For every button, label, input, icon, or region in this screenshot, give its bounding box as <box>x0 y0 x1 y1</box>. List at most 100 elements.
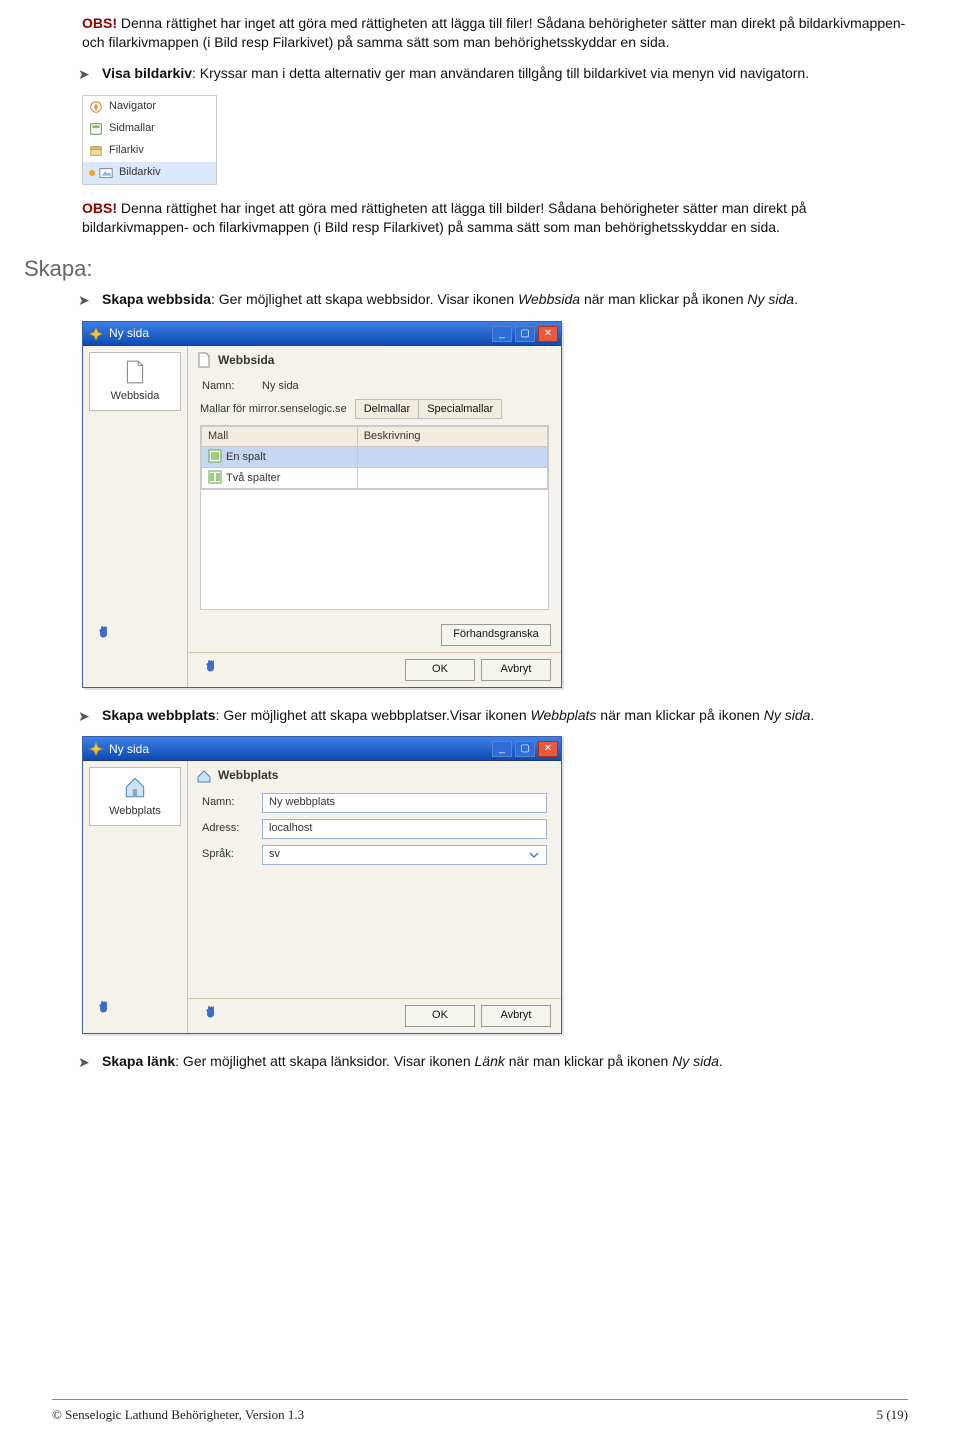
name-value[interactable]: Ny sida <box>262 377 299 396</box>
panel-header: Webbsida <box>188 346 561 374</box>
row-sprak: Språk: sv <box>188 842 561 868</box>
em: Ny sida <box>672 1053 719 1069</box>
maximize-button[interactable]: ▢ <box>515 326 535 342</box>
window-title: Ny sida <box>109 325 149 341</box>
txt: när man klickar på ikonen <box>580 291 747 307</box>
archive-icon <box>89 144 103 158</box>
title-buttons: _ ▢ ✕ <box>492 326 561 342</box>
em: Ny sida <box>764 707 811 723</box>
cancel-button[interactable]: Avbryt <box>481 659 551 681</box>
row-tva-spalter[interactable]: Två spalter <box>202 467 358 488</box>
nav-label: Navigator <box>109 99 156 114</box>
cancel-button[interactable]: Avbryt <box>481 1005 551 1027</box>
titlebar: Ny sida _ ▢ ✕ <box>83 737 561 761</box>
row-en-spalt-desc[interactable] <box>357 446 547 467</box>
preview-row: Förhandsgranska <box>188 618 561 652</box>
label-namn: Namn: <box>202 795 262 810</box>
txt: när man klickar på ikonen <box>596 707 763 723</box>
window-body: Webbsida Webbsida Namn: Ny sida Mallar f… <box>83 346 561 687</box>
title-buttons: _ ▢ ✕ <box>492 741 561 757</box>
bullet-skapa-webbplats: Skapa webbplats: Ger möjlighet att skapa… <box>82 706 908 725</box>
bullet-list-visa: Visa bildarkiv: Kryssar man i detta alte… <box>52 64 908 83</box>
hand-row <box>83 621 187 643</box>
nav-item-sidmallar[interactable]: Sidmallar <box>83 118 216 140</box>
col-mall[interactable]: Mall <box>202 427 358 447</box>
house-icon <box>122 774 148 800</box>
spark-icon <box>89 742 103 756</box>
nav-label: Bildarkiv <box>119 165 161 180</box>
obs-paragraph-1: OBS! Denna rättighet har inget att göra … <box>82 14 908 52</box>
template-grid: Mall Beskrivning En spalt Två spalter <box>200 425 549 490</box>
main-panel: Webbplats Namn: Ny webbplats Adress: loc… <box>188 761 561 1032</box>
side-card-webbplats[interactable]: Webbplats <box>89 767 181 826</box>
row-tva-spalter-desc[interactable] <box>357 467 547 488</box>
button-row: OK Avbryt <box>188 998 561 1033</box>
txt: : Ger möjlighet att skapa webbplatser.Vi… <box>216 707 531 723</box>
tabs-prefix: Mallar för mirror.senselogic.se <box>200 399 347 419</box>
footer-right: 5 (19) <box>877 1406 908 1424</box>
minimize-button[interactable]: _ <box>492 326 512 342</box>
main-panel: Webbsida Namn: Ny sida Mallar för mirror… <box>188 346 561 687</box>
txt: . <box>794 291 798 307</box>
obs-text-2: Denna rättighet har inget att göra med r… <box>82 200 807 235</box>
obs-label: OBS! <box>82 15 117 31</box>
tab-delmallar[interactable]: Delmallar <box>355 399 419 419</box>
preview-button[interactable]: Förhandsgranska <box>441 624 551 646</box>
grid-empty-area <box>200 490 549 610</box>
txt: : Ger möjlighet att skapa webbsidor. Vis… <box>211 291 518 307</box>
label-adress: Adress: <box>202 821 262 836</box>
col-beskrivning[interactable]: Beskrivning <box>357 427 547 447</box>
close-button[interactable]: ✕ <box>538 326 558 342</box>
em: Webbsida <box>518 291 580 307</box>
txt: . <box>719 1053 723 1069</box>
obs-text-1: Denna rättighet har inget att göra med r… <box>82 15 905 50</box>
row-namn: Namn: Ny sida <box>188 374 561 399</box>
side-label: Webbplats <box>94 804 176 819</box>
bullet-dot-icon <box>89 170 95 176</box>
lead: Skapa webbplats <box>102 707 216 723</box>
label-sprak: Språk: <box>202 847 262 862</box>
window-title: Ny sida <box>109 741 149 757</box>
bullet-list-skapa2: Skapa webbplats: Ger möjlighet att skapa… <box>52 706 908 725</box>
close-button[interactable]: ✕ <box>538 741 558 757</box>
hand-icon <box>204 659 218 673</box>
nav-item-bildarkiv[interactable]: Bildarkiv <box>83 162 216 184</box>
nav-item-navigator[interactable]: Navigator <box>83 96 216 118</box>
hand-row <box>83 996 187 1018</box>
nav-label: Filarkiv <box>109 143 144 158</box>
txt: . <box>810 707 814 723</box>
nav-label: Sidmallar <box>109 121 155 136</box>
address-input[interactable]: localhost <box>262 819 547 839</box>
tab-specialmallar[interactable]: Specialmallar <box>418 399 502 419</box>
bullet-list-skapa1: Skapa webbsida: Ger möjlighet att skapa … <box>52 290 908 309</box>
bullet-list-skapa3: Skapa länk: Ger möjlighet att skapa länk… <box>52 1052 908 1071</box>
empty-area <box>188 868 561 998</box>
ok-button[interactable]: OK <box>405 1005 475 1027</box>
language-select[interactable]: sv <box>262 845 547 865</box>
ok-button[interactable]: OK <box>405 659 475 681</box>
name-input[interactable]: Ny webbplats <box>262 793 547 813</box>
page: OBS! Denna rättighet har inget att göra … <box>0 0 960 1153</box>
nav-item-filarkiv[interactable]: Filarkiv <box>83 140 216 162</box>
titlebar: Ny sida _ ▢ ✕ <box>83 322 561 346</box>
button-row: OK Avbryt <box>188 652 561 687</box>
lead: Skapa länk <box>102 1053 175 1069</box>
panel-header: Webbplats <box>188 761 561 789</box>
navigator-menu: Navigator Sidmallar Filarkiv Bildarkiv <box>82 95 217 185</box>
minimize-button[interactable]: _ <box>492 741 512 757</box>
panel-title: Webbsida <box>218 352 274 368</box>
page-footer: © Senselogic Lathund Behörigheter, Versi… <box>52 1399 908 1424</box>
dialog-ny-sida-webbplats: Ny sida _ ▢ ✕ Webbplats Webbplats <box>82 736 562 1033</box>
em: Länk <box>475 1053 505 1069</box>
side-card-webbsida[interactable]: Webbsida <box>89 352 181 411</box>
lead-visa: Visa bildarkiv <box>102 65 192 81</box>
template-icon <box>89 122 103 136</box>
txt: när man klickar på ikonen <box>505 1053 672 1069</box>
obs-paragraph-2: OBS! Denna rättighet har inget att göra … <box>82 199 908 237</box>
hand-icon <box>204 1005 218 1019</box>
spark-icon <box>89 327 103 341</box>
row-en-spalt[interactable]: En spalt <box>202 446 358 467</box>
row-namn: Namn: Ny webbplats <box>188 790 561 816</box>
maximize-button[interactable]: ▢ <box>515 741 535 757</box>
label-namn: Namn: <box>202 379 262 394</box>
